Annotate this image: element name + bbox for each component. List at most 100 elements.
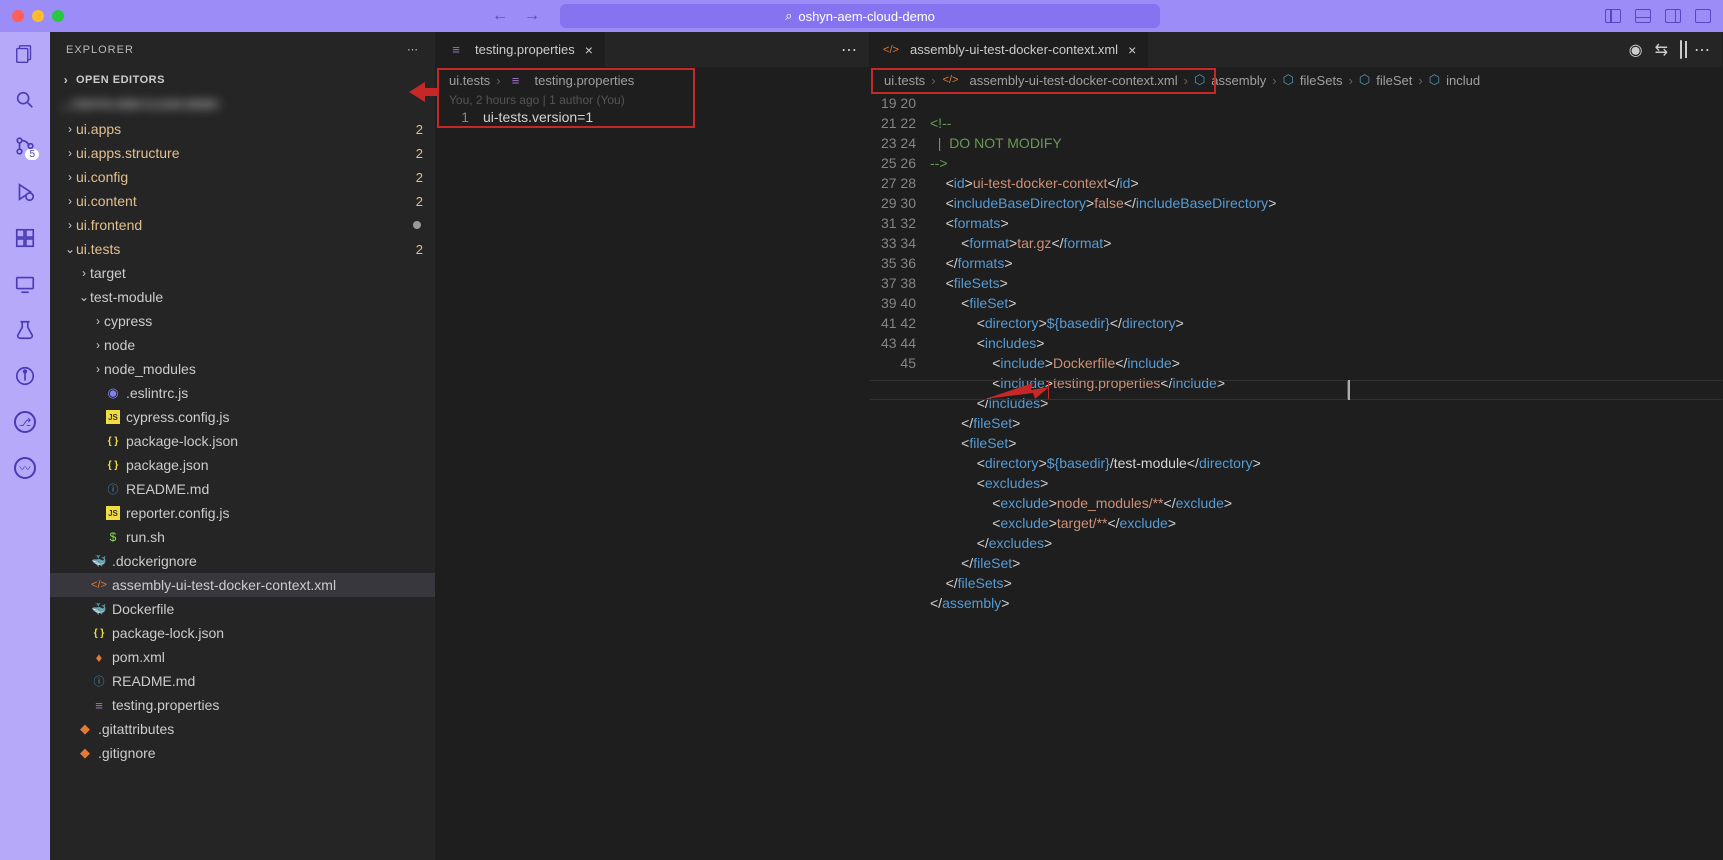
tab-label: assembly-ui-test-docker-context.xml [910,42,1118,57]
nav-back-icon[interactable]: ← [492,7,508,25]
explorer-icon[interactable] [13,42,37,66]
gitlens-icon[interactable]: ⎇ [13,410,37,434]
editor-group-left: ≡ testing.properties × ⋯ ui.tests › ≡ te… [435,32,870,860]
xml-icon: </> [882,44,900,56]
aem-icon[interactable]: 〰 [13,456,37,480]
tab-testing-properties[interactable]: ≡ testing.properties × [435,32,606,67]
run-icon[interactable]: ◉ [1629,40,1643,60]
file-item[interactable]: ◉.eslintrc.js [50,381,435,405]
search-view-icon[interactable] [13,88,37,112]
folder-item[interactable]: ›ui.apps2 [50,117,435,141]
run-debug-icon[interactable] [13,180,37,204]
git-graph-icon[interactable] [13,364,37,388]
folder-item[interactable]: ›node_modules [50,357,435,381]
file-item[interactable]: ⓘREADME.md [50,669,435,693]
breadcrumb-item[interactable]: fileSet [1376,73,1412,88]
file-item[interactable]: </>assembly-ui-test-docker-context.xml [50,573,435,597]
tab-assembly-xml[interactable]: </> assembly-ui-test-docker-context.xml … [870,32,1149,67]
breadcrumb-item[interactable]: assembly [1211,73,1266,88]
file-item[interactable]: ≡testing.properties [50,693,435,717]
change-badge: 2 [416,170,423,185]
breadcrumb-item[interactable]: ui.tests [884,73,925,88]
file-item[interactable]: ⓘREADME.md [50,477,435,501]
tree-item-label: node_modules [104,361,196,377]
change-badge: 2 [416,122,423,137]
file-item[interactable]: { }package.json [50,453,435,477]
minimize-window-icon[interactable] [32,10,44,22]
code-line[interactable]: ui-tests.version=1 [483,107,869,127]
file-item[interactable]: ♦pom.xml [50,645,435,669]
breadcrumb-item[interactable]: ui.tests [449,73,490,88]
symbol-icon: ⬡ [1283,72,1294,88]
folder-item[interactable]: ›ui.apps.structure2 [50,141,435,165]
breadcrumb-item[interactable]: testing.properties [535,73,635,88]
close-window-icon[interactable] [12,10,24,22]
file-tree: ›ui.apps2›ui.apps.structure2›ui.config2›… [50,117,435,860]
file-item[interactable]: 🐳.dockerignore [50,549,435,573]
tree-item-label: Dockerfile [112,601,174,617]
testing-icon[interactable] [13,318,37,342]
titlebar: ← → ⌕ oshyn-aem-cloud-demo [0,0,1723,32]
file-item[interactable]: ◆.gitignore [50,741,435,765]
tree-item-label: package-lock.json [112,625,224,641]
file-item[interactable]: 🐳Dockerfile [50,597,435,621]
file-icon: JS [104,410,122,424]
folder-item[interactable]: ›target [50,261,435,285]
folder-item[interactable]: ⌄ui.tests2 [50,237,435,261]
folder-item[interactable]: ›ui.frontend [50,213,435,237]
explorer-sidebar: EXPLORER ⋯ › OPEN EDITORS ⌄OSHYN-AEM-CLO… [50,32,435,860]
breadcrumb[interactable]: ui.tests › </> assembly-ui-test-docker-c… [870,67,1722,93]
extensions-icon[interactable] [13,226,37,250]
file-icon: { } [90,628,108,639]
code-content[interactable]: <!-- | DO NOT MODIFY --> <id>ui-test-doc… [930,93,1722,633]
activity-bar: 5 ⎇ 〰 [0,32,50,860]
tree-item-label: cypress.config.js [126,409,229,425]
explorer-more-icon[interactable]: ⋯ [407,43,419,56]
toggle-secondary-sidebar-icon[interactable] [1665,9,1681,23]
breadcrumb[interactable]: ui.tests › ≡ testing.properties [435,67,869,93]
nav-forward-icon[interactable]: → [524,7,540,25]
folder-item[interactable]: ›ui.content2 [50,189,435,213]
close-tab-icon[interactable]: × [1128,42,1136,58]
toggle-sidebar-icon[interactable] [1605,9,1621,23]
close-tab-icon[interactable]: × [585,42,593,58]
workspace-root[interactable]: ⌄OSHYN-AEM-CLOUD-DEMO [50,93,435,117]
file-icon: 🐳 [90,554,108,568]
tree-item-label: .eslintrc.js [126,385,188,401]
file-item[interactable]: $run.sh [50,525,435,549]
customize-layout-icon[interactable] [1695,9,1711,23]
file-icon: { } [104,460,122,471]
more-actions-icon[interactable]: ⋯ [1694,40,1710,60]
breadcrumb-item[interactable]: fileSets [1300,73,1343,88]
maximize-window-icon[interactable] [52,10,64,22]
command-center[interactable]: ⌕ oshyn-aem-cloud-demo [560,4,1160,28]
tree-item-label: .gitattributes [98,721,174,737]
tree-item-label: package-lock.json [126,433,238,449]
file-item[interactable]: ◆.gitattributes [50,717,435,741]
file-item[interactable]: JSreporter.config.js [50,501,435,525]
folder-item[interactable]: ⌄test-module [50,285,435,309]
more-actions-icon[interactable]: ⋯ [841,40,857,60]
remote-explorer-icon[interactable] [13,272,37,296]
breadcrumb-item[interactable]: assembly-ui-test-docker-context.xml [970,73,1178,88]
folder-item[interactable]: ›node [50,333,435,357]
open-editors-section[interactable]: › OPEN EDITORS [50,67,435,93]
git-blame: You, 2 hours ago | 1 author (You) [435,93,869,107]
split-icon[interactable] [1680,41,1682,59]
file-item[interactable]: JS cypress.config.js [50,405,435,429]
breadcrumb-item[interactable]: includ [1446,73,1480,88]
toggle-panel-icon[interactable] [1635,9,1651,23]
file-item[interactable]: { }package-lock.json [50,429,435,453]
properties-icon: ≡ [447,42,465,57]
source-control-icon[interactable]: 5 [13,134,37,158]
file-item[interactable]: { } package-lock.json [50,621,435,645]
folder-item[interactable]: ›ui.config2 [50,165,435,189]
file-icon: ♦ [90,650,108,665]
tree-item-label: assembly-ui-test-docker-context.xml [112,577,336,593]
tree-item-label: test-module [90,289,163,305]
compare-icon[interactable]: ⇆ [1655,40,1668,60]
folder-item[interactable]: ›cypress [50,309,435,333]
tree-item-label: cypress [104,313,152,329]
window-controls [12,10,64,22]
file-icon: ⓘ [90,673,108,689]
